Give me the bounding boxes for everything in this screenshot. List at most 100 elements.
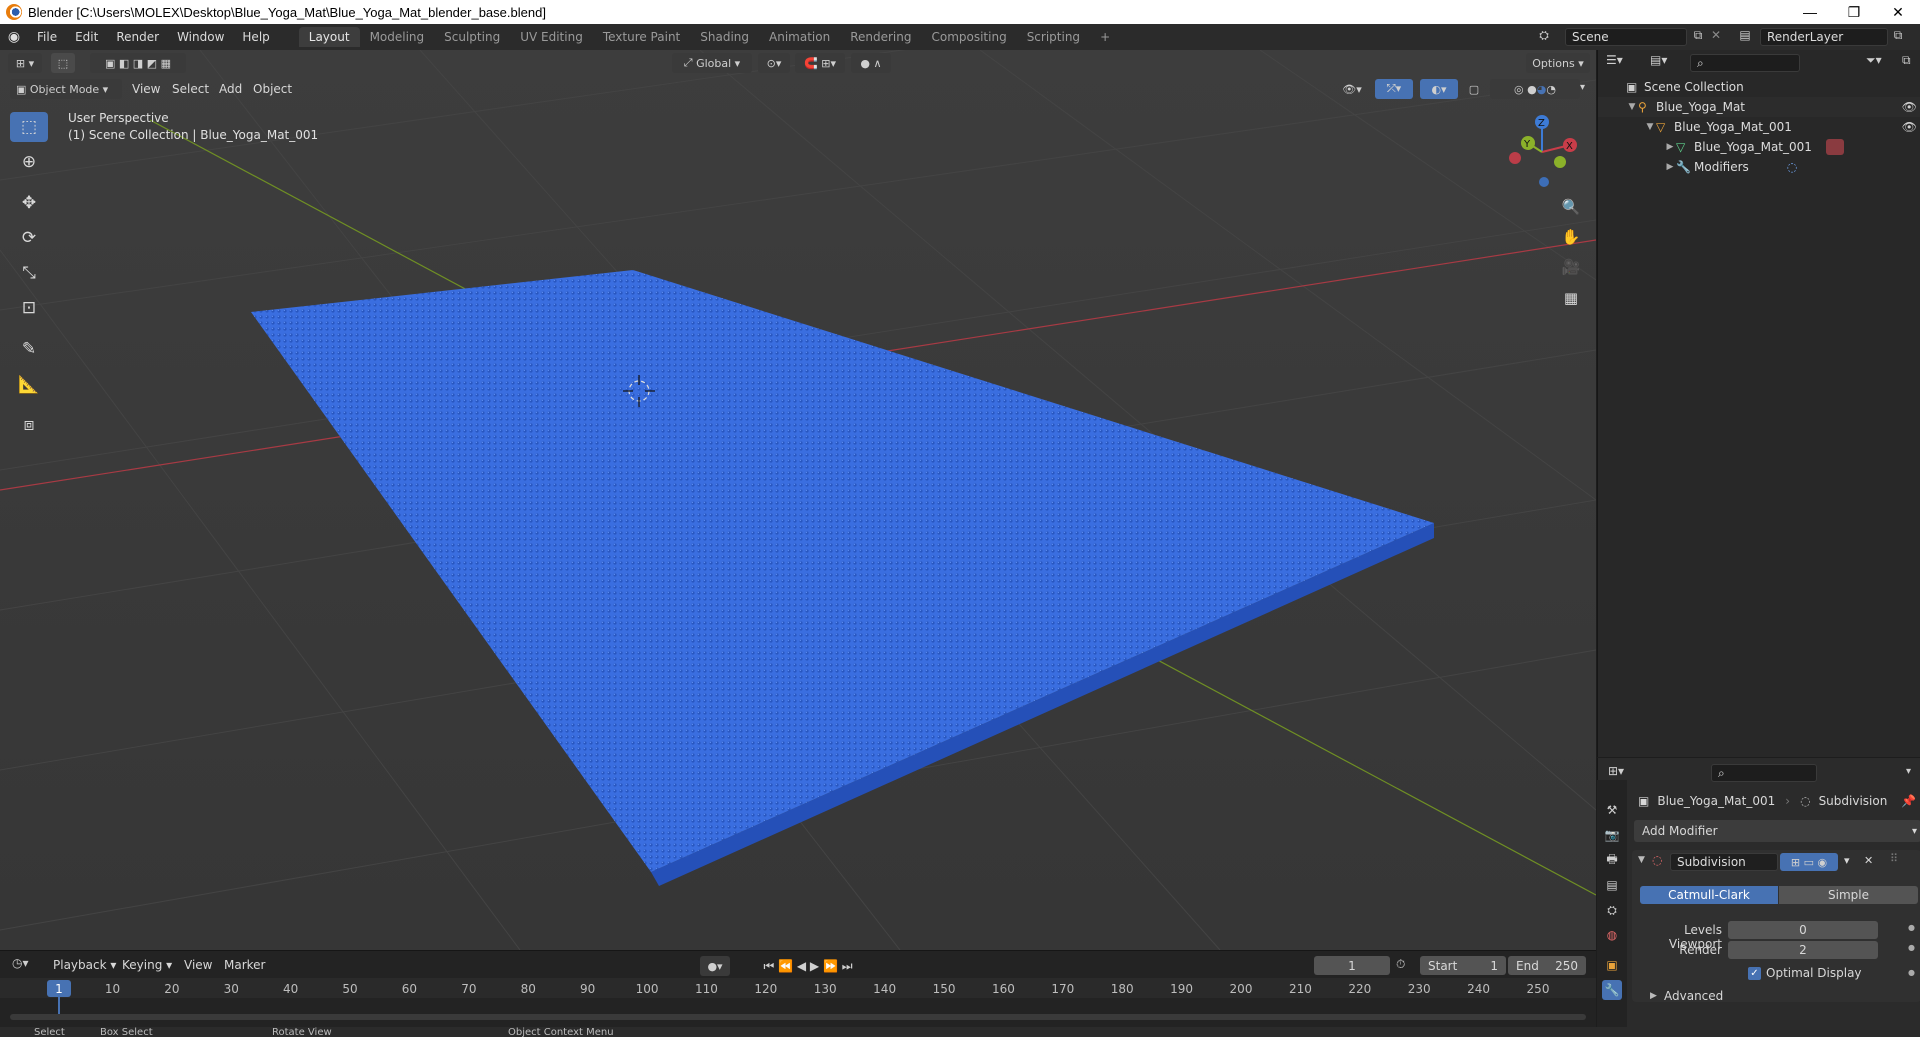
options-dropdown[interactable]: Options ▾ [1526,53,1590,73]
outliner-row-blue-yoga-mat[interactable]: ▼ ⚲ Blue_Yoga_Mat 👁 [1598,97,1920,117]
keyframe-dot-icon[interactable]: ● [1908,923,1915,932]
menu-window[interactable]: Window [168,30,233,44]
3d-viewport[interactable] [0,50,1596,950]
filter-icon[interactable]: ⏷▾ [1866,53,1896,73]
editor-type-button[interactable]: ⊞ ▾ [8,53,42,73]
move-tool-icon[interactable]: ✥ [10,188,48,218]
tab-layout[interactable]: Layout [298,27,360,47]
viewport-menu-select[interactable]: Select [172,82,209,96]
visibility-eye-icon[interactable]: 👁 [1902,100,1917,114]
timeline-editor-type-icon[interactable]: ◷▾ [12,956,40,974]
outliner-row-blue-yoga-mat-001[interactable]: ▼ ▽ Blue_Yoga_Mat_001 👁 [1598,117,1920,137]
material-icon[interactable] [1825,139,1844,155]
levels-viewport-field[interactable]: 0 [1728,921,1878,939]
blender-menu-icon[interactable]: ◉ [0,29,28,45]
visibility-eye-icon[interactable]: 👁 [1902,120,1917,134]
select-tool-icon[interactable]: ⬚ [51,53,75,73]
outliner-row-mesh-data[interactable]: ▶ ▽ Blue_Yoga_Mat_001 [1598,137,1920,157]
ortho-toggle-icon[interactable]: ▦ [1557,284,1585,312]
viewport-menu-add[interactable]: Add [219,82,242,96]
shading-mode-buttons[interactable]: ◎ ● ◕ ◔ [1490,79,1580,99]
playback-controls[interactable]: ⏮ ⏪ ◀ ▶ ⏩ ⏭ [750,956,866,976]
transform-tool-icon[interactable]: ⊡ [10,293,48,323]
annotate-tool-icon[interactable]: ✎ [10,334,48,364]
tool-tab-icon[interactable]: ⚒ [1602,800,1622,820]
timeline-menu-keying[interactable]: Keying ▾ [122,958,172,972]
pin-icon[interactable]: 📌 [1901,794,1916,808]
snapping-toggle[interactable]: 🧲 ⊞▾ [795,53,845,73]
outliner-search-input[interactable]: ⌕ [1690,54,1800,72]
scene-tab-icon[interactable]: ⛭ [1602,900,1622,920]
menu-file[interactable]: File [28,30,66,44]
output-tab-icon[interactable]: 🖶 [1602,850,1622,870]
start-frame-field[interactable]: Start 1 [1420,956,1506,975]
properties-options-icon[interactable]: ▾ [1906,766,1911,777]
measure-tool-icon[interactable]: 📐 [10,370,48,400]
drag-handle-icon[interactable]: ⠿ [1890,852,1898,865]
rotate-tool-icon[interactable]: ⟳ [10,223,48,253]
pivot-point-dropdown[interactable]: ⊙▾ [758,53,790,73]
outliner-row-scene-collection[interactable]: ▣ Scene Collection [1598,77,1920,97]
outliner-display-mode-icon[interactable]: ▤▾ [1650,53,1678,73]
keyframe-dot-icon[interactable]: ● [1908,968,1915,977]
timeline-menu-marker[interactable]: Marker [224,958,265,972]
record-button[interactable]: ●▾ [700,956,730,976]
object-tab-icon[interactable]: ▣ [1602,955,1622,975]
viewport-menu-view[interactable]: View [132,82,160,96]
end-frame-field[interactable]: End 250 [1508,956,1586,975]
optimal-display-checkbox[interactable]: ✓ [1748,967,1761,980]
render-levels-field[interactable]: 2 [1728,941,1878,959]
advanced-expand-icon[interactable]: ▶ [1650,991,1657,1001]
delete-scene-icon[interactable]: ✕ [1708,28,1724,46]
restore-button[interactable]: ❐ [1832,0,1876,24]
collapse-toggle-icon[interactable]: ▼ [1638,855,1645,865]
remove-modifier-icon[interactable]: ✕ [1864,854,1873,867]
expand-toggle-icon[interactable]: ▼ [1644,122,1656,132]
close-button[interactable]: ✕ [1876,0,1920,24]
render-tab-icon[interactable]: 📷 [1602,825,1622,845]
add-workspace-button[interactable]: + [1090,27,1120,47]
pan-view-icon[interactable]: ✋ [1557,223,1585,251]
add-modifier-dropdown[interactable]: Add Modifier ▾ [1634,820,1920,842]
tab-modeling[interactable]: Modeling [360,27,435,47]
tab-sculpting[interactable]: Sculpting [434,27,510,47]
tab-texture-paint[interactable]: Texture Paint [593,27,690,47]
menu-edit[interactable]: Edit [66,30,107,44]
view-layer-tab-icon[interactable]: ▤ [1602,875,1622,895]
proportional-editing-toggle[interactable]: ● ∧ [851,53,891,73]
modifier-name-field[interactable]: Subdivision [1670,853,1778,871]
timeline-menu-playback[interactable]: Playback ▾ [53,958,116,972]
current-frame-field[interactable]: 1 [1314,956,1390,975]
mode-dropdown[interactable]: ▣ Object Mode ▾ [10,79,122,99]
new-layer-icon[interactable]: ⧉ [1890,28,1906,46]
outliner-row-modifiers[interactable]: ▶ 🔧 Modifiers ◌ [1598,157,1920,177]
modifier-visibility-buttons[interactable]: ⊞ ▭ ◉ [1780,853,1838,871]
gizmo-toggle-icon[interactable]: ⤱▾ [1375,79,1413,99]
shading-dropdown-icon[interactable]: ▾ [1580,82,1585,93]
timeline-scrollbar[interactable] [10,1014,1586,1020]
properties-search-input[interactable]: ⌕ [1711,764,1817,782]
catmull-clark-option[interactable]: Catmull-Clark [1640,886,1778,904]
menu-help[interactable]: Help [233,30,278,44]
new-collection-icon[interactable]: ⧉ [1902,53,1918,73]
overlays-toggle-icon[interactable]: ◐▾ [1420,79,1458,99]
selection-mode-buttons[interactable]: ▣ ◧ ◨ ◩ ▦ [90,53,186,73]
simple-option[interactable]: Simple [1779,886,1918,904]
preview-range-icon[interactable]: ⏱ [1396,957,1416,972]
tab-compositing[interactable]: Compositing [921,27,1016,47]
modifier-tab-icon[interactable]: 🔧 [1602,980,1622,1000]
camera-view-icon[interactable]: 🎥 [1557,253,1585,281]
timeline-menu-view[interactable]: View [184,958,212,972]
minimize-button[interactable]: — [1788,0,1832,24]
tab-rendering[interactable]: Rendering [840,27,921,47]
world-tab-icon[interactable]: ◍ [1602,925,1622,945]
expand-toggle-icon[interactable]: ▼ [1626,102,1638,112]
outliner-editor-type-icon[interactable]: ☰▾ [1606,53,1634,73]
expand-toggle-icon[interactable]: ▶ [1664,142,1676,152]
navigation-gizmo[interactable]: Z X Y [1500,110,1580,194]
cursor-tool-icon[interactable]: ⊕ [10,147,48,177]
transform-orientation-dropdown[interactable]: ⤢ Global ▾ [672,53,752,73]
tab-animation[interactable]: Animation [759,27,840,47]
render-layer-selector[interactable]: RenderLayer [1760,28,1888,46]
keyframe-dot-icon[interactable]: ● [1908,943,1915,952]
